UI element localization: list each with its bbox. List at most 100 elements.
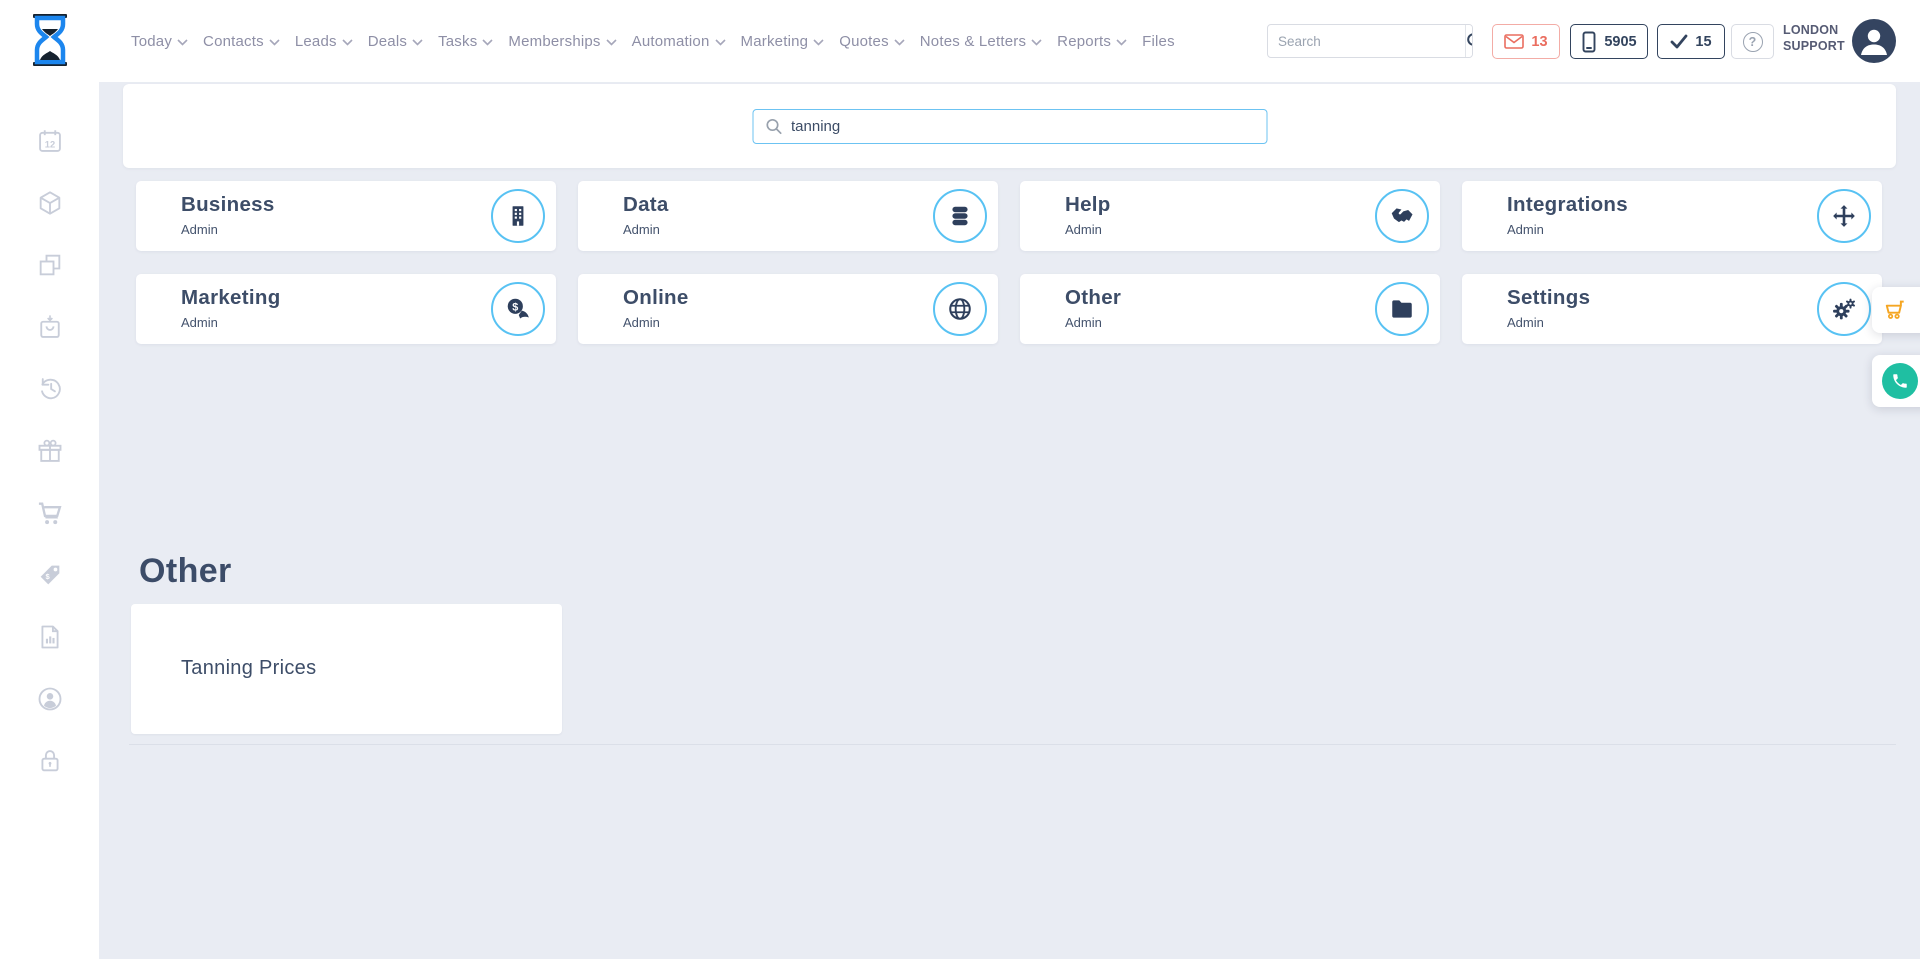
chevron-down-icon	[342, 39, 353, 46]
sidebar-item-pricing[interactable]: $	[35, 560, 65, 590]
mail-badge[interactable]: 13	[1492, 24, 1560, 59]
chevron-down-icon	[177, 39, 188, 46]
mobile-phone-icon	[1581, 31, 1597, 53]
card-subtitle: Admin	[623, 222, 660, 237]
card-marketing[interactable]: Marketing Admin $	[136, 274, 556, 344]
database-icon	[933, 189, 987, 243]
search-icon	[765, 118, 782, 135]
phone-badge[interactable]: 5905	[1570, 24, 1648, 59]
card-title: Integrations	[1507, 193, 1628, 217]
menu-leads[interactable]: Leads	[295, 33, 353, 50]
phone-widget-button[interactable]	[1872, 355, 1920, 407]
menu-label: Deals	[368, 33, 407, 50]
lock-icon	[36, 747, 64, 775]
menu-tasks[interactable]: Tasks	[438, 33, 493, 50]
card-subtitle: Admin	[1507, 222, 1544, 237]
copy-icon	[36, 251, 64, 279]
chevron-down-icon	[894, 39, 905, 46]
global-search-input[interactable]	[1268, 34, 1465, 49]
sidebar-item-cart[interactable]	[35, 498, 65, 528]
cart-icon	[36, 499, 64, 527]
price-tag-icon: $	[36, 561, 64, 589]
user-name-line2: SUPPORT	[1783, 38, 1853, 54]
admin-search-input[interactable]	[791, 118, 1254, 135]
menu-marketing[interactable]: Marketing	[741, 33, 825, 50]
card-business[interactable]: Business Admin	[136, 181, 556, 251]
user-name-line1: LONDON	[1783, 22, 1853, 38]
sidebar-item-security[interactable]	[35, 746, 65, 776]
chevron-down-icon	[269, 39, 280, 46]
card-title: Business	[181, 193, 275, 217]
card-data[interactable]: Data Admin	[578, 181, 998, 251]
sidebar-item-calendar[interactable]: 12	[35, 126, 65, 156]
building-icon	[491, 189, 545, 243]
globe-icon	[933, 282, 987, 336]
avatar[interactable]	[1852, 19, 1896, 63]
sidebar: 12	[0, 82, 99, 969]
sidebar-item-reports[interactable]	[35, 622, 65, 652]
chevron-down-icon	[412, 39, 423, 46]
card-settings[interactable]: Settings Admin	[1462, 274, 1882, 344]
menu-quotes[interactable]: Quotes	[839, 33, 905, 50]
card-title: Data	[623, 193, 669, 217]
menu-label: Automation	[632, 33, 710, 50]
sidebar-item-history[interactable]	[35, 374, 65, 404]
help-button[interactable]: ?	[1731, 24, 1774, 59]
global-search	[1267, 24, 1473, 58]
global-search-button[interactable]	[1465, 25, 1473, 57]
result-label: Tanning Prices	[181, 657, 316, 680]
menu-label: Tasks	[438, 33, 477, 50]
menu-reports[interactable]: Reports	[1057, 33, 1127, 50]
card-subtitle: Admin	[181, 222, 218, 237]
menu-deals[interactable]: Deals	[368, 33, 423, 50]
hourglass-logo-icon	[28, 14, 72, 66]
svg-text:$: $	[512, 301, 518, 313]
hourglass-logo[interactable]	[28, 14, 72, 66]
folder-icon	[1375, 282, 1429, 336]
card-subtitle: Admin	[1507, 315, 1544, 330]
svg-text:12: 12	[44, 139, 54, 149]
menu-notes-letters[interactable]: Notes & Letters	[920, 33, 1042, 50]
sidebar-item-copy[interactable]	[35, 250, 65, 280]
results-section-heading: Other	[139, 552, 232, 591]
card-help[interactable]: Help Admin	[1020, 181, 1440, 251]
move-arrows-icon	[1817, 189, 1871, 243]
mail-count: 13	[1531, 34, 1547, 50]
chevron-down-icon	[1116, 39, 1127, 46]
admin-search-panel	[123, 84, 1896, 168]
menu-label: Files	[1142, 33, 1175, 50]
phone-count: 5905	[1604, 34, 1636, 50]
cart-widget-button[interactable]	[1872, 287, 1920, 333]
card-subtitle: Admin	[1065, 315, 1102, 330]
menu-contacts[interactable]: Contacts	[203, 33, 280, 50]
person-icon	[1852, 19, 1896, 63]
sidebar-item-account[interactable]	[35, 684, 65, 714]
card-online[interactable]: Online Admin	[578, 274, 998, 344]
top-navbar: Today Contacts Leads Deals Tasks Members…	[0, 0, 1920, 82]
card-other[interactable]: Other Admin	[1020, 274, 1440, 344]
tasks-badge[interactable]: 15	[1657, 24, 1725, 59]
sidebar-item-gifts[interactable]	[35, 436, 65, 466]
money-icon: $	[491, 282, 545, 336]
card-title: Help	[1065, 193, 1111, 217]
chevron-down-icon	[813, 39, 824, 46]
section-divider	[129, 744, 1896, 745]
cube-icon	[36, 189, 64, 217]
card-title: Other	[1065, 286, 1121, 310]
chevron-down-icon	[606, 39, 617, 46]
envelope-icon	[1504, 34, 1524, 49]
result-card-tanning-prices[interactable]: Tanning Prices	[131, 604, 562, 734]
menu-automation[interactable]: Automation	[632, 33, 726, 50]
menu-label: Memberships	[508, 33, 600, 50]
card-integrations[interactable]: Integrations Admin	[1462, 181, 1882, 251]
history-icon	[36, 375, 64, 403]
sidebar-item-products[interactable]	[35, 188, 65, 218]
phone-icon	[1882, 363, 1918, 399]
sidebar-item-orders[interactable]	[35, 312, 65, 342]
calendar-icon: 12	[36, 127, 64, 155]
menu-memberships[interactable]: Memberships	[508, 33, 616, 50]
menu-label: Leads	[295, 33, 337, 50]
menu-files[interactable]: Files	[1142, 33, 1175, 50]
card-subtitle: Admin	[181, 315, 218, 330]
menu-today[interactable]: Today	[131, 33, 188, 50]
